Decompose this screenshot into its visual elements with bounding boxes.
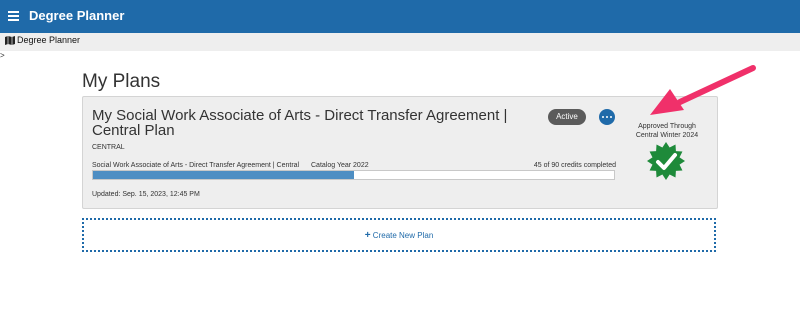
map-icon [5, 35, 15, 45]
breadcrumb[interactable]: Degree Planner [5, 35, 80, 45]
plan-campus: CENTRAL [92, 144, 125, 151]
plus-icon: + [364, 230, 371, 241]
updated-timestamp: Updated: Sep. 15, 2023, 12:45 PM [92, 191, 200, 198]
breadcrumb-label: Degree Planner [17, 35, 81, 45]
credits-progress-bar [92, 170, 615, 180]
breadcrumb-bar: Degree Planner [0, 33, 800, 51]
annotation-arrow-icon [650, 65, 756, 115]
status-badge: Active [548, 109, 586, 125]
hamburger-menu-icon[interactable] [8, 11, 19, 22]
plan-title[interactable]: My Social Work Associate of Arts - Direc… [92, 108, 537, 138]
stray-caret-text: > [0, 51, 5, 60]
create-new-plan-button[interactable]: + Create New Plan [82, 218, 716, 252]
plan-card: My Social Work Associate of Arts - Direc… [82, 96, 718, 209]
app-header: Degree Planner [0, 0, 800, 33]
create-new-plan-label: Create New Plan [372, 231, 434, 240]
more-options-button[interactable] [599, 109, 615, 125]
catalog-year-label: Catalog Year 2022 [311, 162, 369, 169]
plan-program-label: Social Work Associate of Arts - Direct T… [92, 162, 300, 169]
app-title: Degree Planner [29, 8, 125, 23]
page-title: My Plans [82, 71, 161, 92]
credits-completed-label: 45 of 90 credits completed [533, 162, 616, 169]
approved-seal-icon [647, 142, 685, 180]
credits-progress-fill [93, 171, 354, 179]
